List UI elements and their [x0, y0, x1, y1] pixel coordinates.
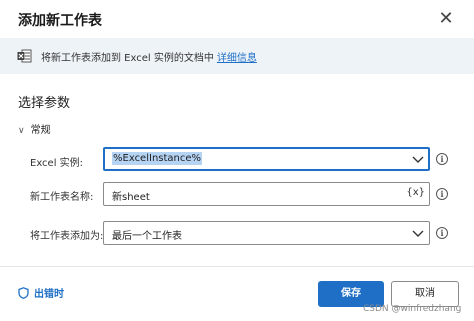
dialog-titlebar: 添加新工作表 ✕ [0, 0, 474, 38]
general-group-toggle[interactable]: ∨ 常规 [18, 121, 51, 136]
on-error-label: 出错时 [34, 289, 64, 300]
chevron-down-icon[interactable] [412, 228, 424, 238]
on-error-button[interactable]: 出错时 [18, 285, 64, 300]
details-link[interactable]: 详细信息 [217, 53, 257, 64]
position-select[interactable]: 最后一个工作表 [103, 221, 430, 245]
instance-help-icon[interactable]: i [436, 153, 448, 165]
instance-select[interactable]: %ExcelInstance% [103, 147, 430, 171]
chevron-down-icon: ∨ [18, 126, 25, 136]
watermark: CSDN @winfredzhang [363, 304, 462, 314]
variable-picker-button[interactable]: {x} [406, 187, 425, 198]
instance-value: %ExcelInstance% [112, 152, 203, 165]
sheet-name-value: 新sheet [112, 192, 150, 203]
sheet-name-input[interactable]: 新sheet {x} [103, 182, 430, 206]
position-label: 将工作表添加为: [30, 231, 104, 242]
chevron-down-icon[interactable] [412, 154, 424, 164]
info-description: 将新工作表添加到 Excel 实例的文档中 [41, 53, 214, 64]
position-value: 最后一个工作表 [112, 231, 182, 242]
info-text: 将新工作表添加到 Excel 实例的文档中 详细信息 [41, 49, 257, 64]
shield-icon [18, 287, 29, 299]
excel-icon [17, 49, 32, 63]
group-label: 常规 [30, 125, 51, 136]
name-label: 新工作表名称: [30, 192, 94, 203]
instance-label: Excel 实例: [30, 158, 84, 169]
dialog-title: 添加新工作表 [18, 13, 102, 29]
footer-divider [0, 266, 474, 267]
info-banner: 将新工作表添加到 Excel 实例的文档中 详细信息 [0, 38, 474, 74]
position-help-icon[interactable]: i [436, 227, 448, 239]
name-help-icon[interactable]: i [436, 188, 448, 200]
close-icon[interactable]: ✕ [436, 9, 456, 29]
section-title: 选择参数 [18, 96, 71, 111]
instance-value-wrap: %ExcelInstance% [112, 152, 203, 165]
